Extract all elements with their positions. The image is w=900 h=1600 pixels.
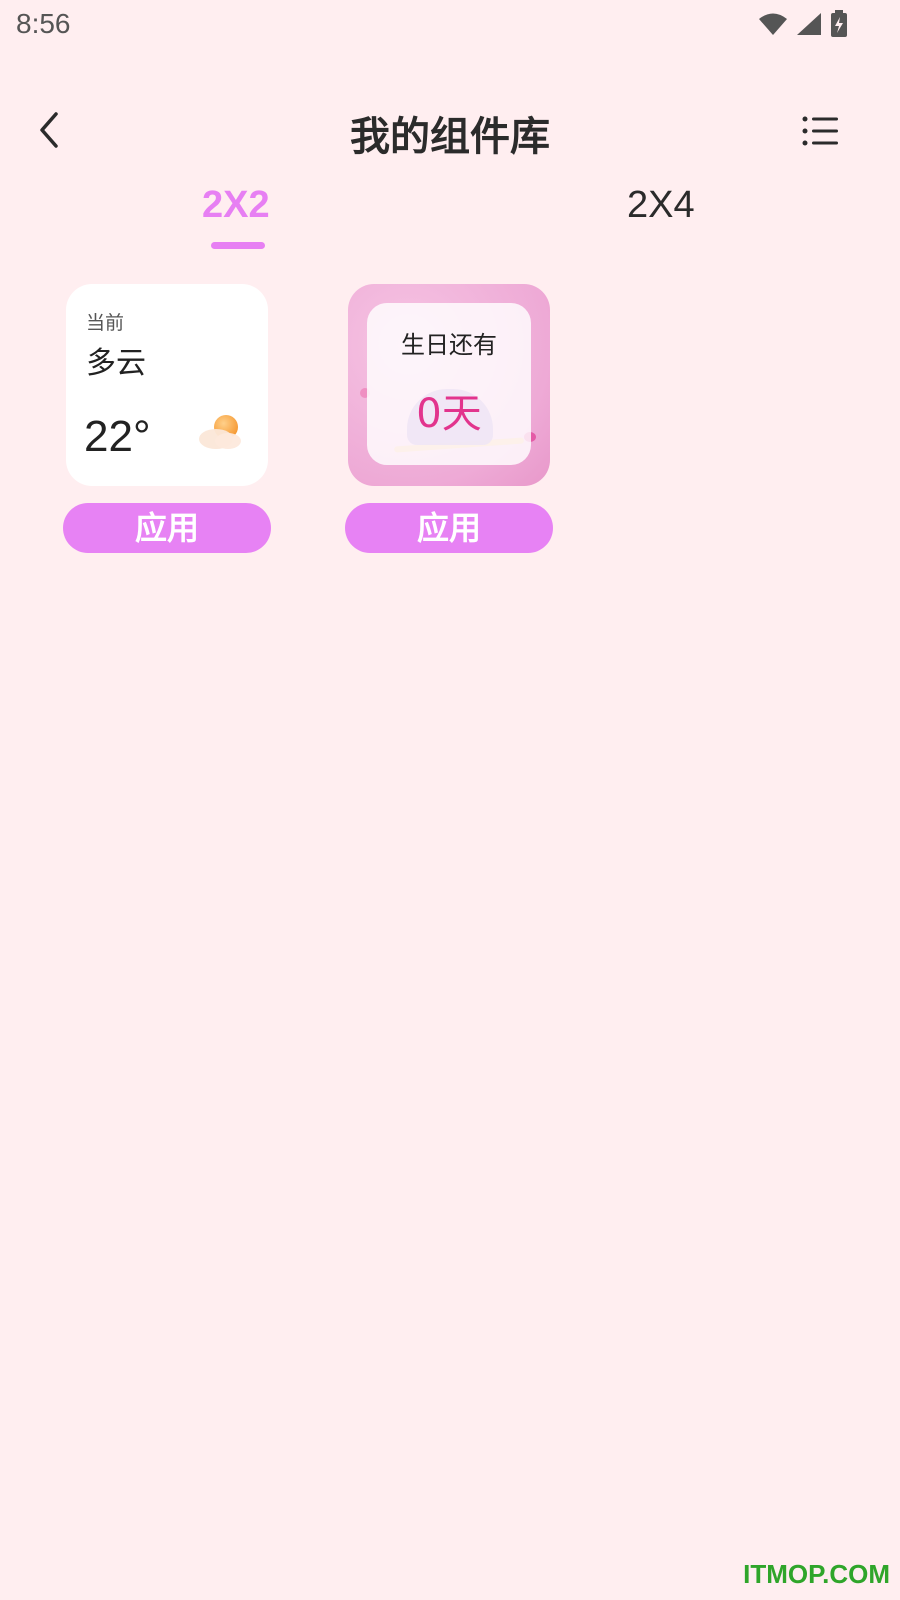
weather-widget-card[interactable]: 当前 多云 22° [66, 284, 268, 486]
list-menu-icon [802, 116, 838, 146]
status-time: 8:56 [16, 8, 71, 39]
tab-2x4[interactable]: 2X4 [627, 184, 695, 227]
status-icons [758, 10, 848, 38]
birthday-widget-card[interactable]: 生日还有 0天 [348, 284, 550, 486]
menu-button[interactable] [802, 114, 840, 148]
watermark: ITMOP.COM [743, 1559, 890, 1589]
birthday-label: 生日还有 [401, 331, 497, 359]
weather-condition: 多云 [86, 346, 146, 381]
birthday-days: 0天 [416, 391, 482, 437]
page-title: 我的组件库 [350, 114, 550, 160]
wifi-icon [759, 13, 787, 35]
weather-label: 当前 [86, 312, 125, 334]
tab-indicator [211, 242, 265, 249]
signal-icon [797, 13, 821, 35]
tab-2x2[interactable]: 2X2 [202, 184, 270, 227]
battery-charging-icon [831, 10, 847, 37]
widget-library-screen: 8:56 我的组件库 2X2 2X4 当前 多云 22° 应用 生日还有 0天 … [0, 0, 900, 1600]
apply-weather-button[interactable]: 应用 [63, 503, 271, 553]
weather-temperature: 22° [84, 412, 151, 461]
apply-birthday-button[interactable]: 应用 [345, 503, 553, 553]
birthday-inner-panel: 生日还有 0天 [367, 303, 531, 465]
partly-cloudy-icon [199, 415, 241, 449]
